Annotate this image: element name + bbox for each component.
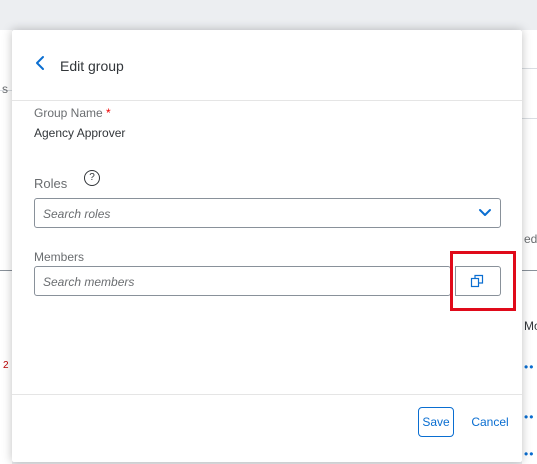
value-help-icon: [470, 274, 484, 288]
save-button[interactable]: Save: [418, 407, 454, 437]
members-value-help-button[interactable]: [455, 266, 501, 296]
background-more-dots: ••: [524, 360, 535, 374]
background-more-dots: ••: [524, 447, 535, 461]
background-divider: [522, 118, 537, 119]
value-help-separator: [455, 267, 456, 295]
members-search-placeholder: Search members: [43, 275, 135, 289]
dialog-header: Edit group: [12, 30, 522, 101]
group-name-label-text: Group Name: [34, 106, 103, 120]
background-page-right: [522, 30, 537, 464]
roles-label: Roles: [34, 176, 68, 191]
members-search-input[interactable]: Search members: [34, 266, 451, 296]
background-text: s: [2, 82, 8, 96]
dialog-footer-divider: [12, 394, 522, 395]
background-page-top: [0, 0, 537, 30]
members-label: Members: [34, 250, 85, 264]
roles-search-placeholder: Search roles: [43, 207, 111, 221]
background-divider: [522, 270, 537, 271]
roles-search-input[interactable]: Search roles: [34, 198, 501, 228]
background-divider: [0, 270, 12, 271]
background-text: 2: [3, 360, 9, 371]
background-divider: [522, 68, 537, 69]
group-name-label: Group Name *: [34, 106, 111, 120]
chevron-left-icon: [36, 56, 44, 70]
background-text: Mo: [524, 319, 537, 333]
edit-group-dialog: Edit group Group Name * Agency Approver …: [12, 30, 522, 462]
background-more-dots: ••: [524, 410, 535, 424]
background-text: ed: [524, 232, 537, 246]
question-circle-icon[interactable]: ?: [84, 170, 100, 186]
required-mark: *: [106, 106, 111, 120]
cancel-button[interactable]: Cancel: [467, 407, 513, 437]
dialog-title: Edit group: [60, 58, 124, 74]
chevron-down-icon[interactable]: [478, 206, 492, 220]
group-name-value: Agency Approver: [34, 126, 126, 140]
back-button[interactable]: [34, 55, 50, 73]
